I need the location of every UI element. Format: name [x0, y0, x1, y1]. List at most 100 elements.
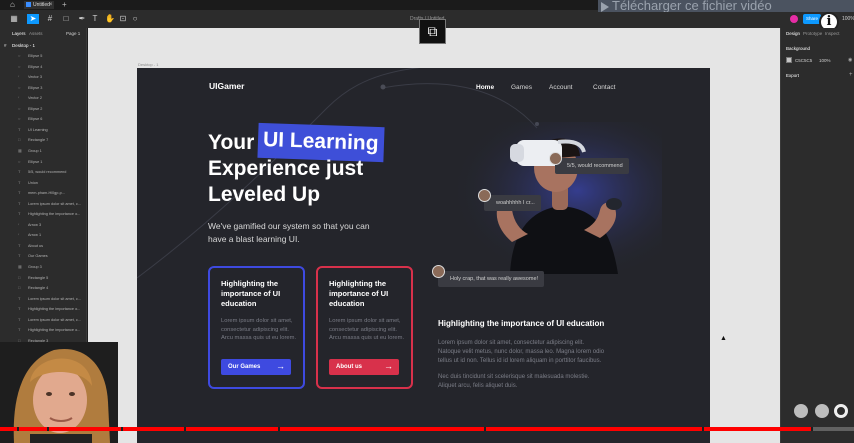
layer-row[interactable]: T 5/5, would recommend: [18, 168, 86, 176]
layer-row[interactable]: ▦ Group 1: [18, 147, 86, 155]
layer-label: Highlighting the importance o...: [28, 212, 81, 217]
tab-assets[interactable]: Assets: [29, 31, 43, 37]
shape-icon[interactable]: □: [60, 14, 72, 24]
frame-icon[interactable]: #: [45, 14, 55, 24]
layer-label: Rectangle 7: [28, 138, 49, 143]
layer-type-icon: ○: [18, 53, 21, 58]
picture-in-picture-icon[interactable]: ⧉: [419, 19, 446, 44]
background-opacity[interactable]: 100%: [819, 57, 831, 64]
about-us-button[interactable]: About us →: [329, 359, 399, 375]
move-icon[interactable]: ➤: [27, 14, 39, 24]
background-section-label: Background: [786, 46, 811, 51]
screen: ⌂ Untitled × + ▦ ➤ # □ ✒ T ✋ ⊡ ○ Drafts …: [0, 0, 854, 443]
arrow-right-icon: →: [276, 361, 285, 371]
layer-row[interactable]: ⁄ Vector 3: [18, 73, 86, 81]
layer-type-icon: T: [18, 316, 21, 322]
card-title: Highlighting the importance of UI educat…: [221, 279, 281, 308]
chapter-marker: [811, 427, 814, 431]
hero-line-2: Experience just: [208, 157, 364, 180]
grid-icon[interactable]: ▦: [8, 14, 20, 24]
layer-row[interactable]: ▦ Group 3: [18, 263, 86, 271]
layer-row[interactable]: T Lorem ipsum dolor sit amet, c...: [18, 295, 86, 303]
layer-row[interactable]: □ Rectangle 4: [18, 284, 86, 292]
player-control-dot-1[interactable]: [794, 404, 808, 418]
layer-row[interactable]: ⁄ Vector 2: [18, 94, 86, 102]
layer-label: Vector 3: [28, 75, 42, 80]
layer-type-icon: ○: [18, 63, 21, 69]
layer-label: UI Learning: [28, 127, 48, 132]
reviewer-avatar: [432, 265, 445, 278]
close-tab-icon[interactable]: ×: [49, 1, 53, 9]
video-progress-bar[interactable]: [0, 427, 854, 431]
layer-row[interactable]: Tmem-pham-Hl0gp-p...: [18, 189, 86, 197]
pen-icon[interactable]: ✒: [76, 14, 88, 24]
layer-label: Ellipse 3: [28, 85, 43, 90]
layer-row[interactable]: T Highlighting the importance o...: [18, 210, 86, 218]
layout-icon[interactable]: ⊡: [118, 14, 128, 24]
layer-frame-desktop[interactable]: # Desktop - 1: [4, 42, 84, 50]
nav-contact[interactable]: Contact: [593, 83, 615, 93]
layer-row[interactable]: T Highlighting the importance o...: [18, 305, 86, 313]
frame-icon: #: [4, 43, 7, 48]
text-icon[interactable]: T: [91, 14, 99, 24]
layer-label: Ellipse 1: [28, 159, 43, 164]
layer-row[interactable]: T UI Learning: [18, 126, 86, 134]
layer-row[interactable]: T Union: [18, 179, 86, 187]
layer-row[interactable]: ○ Ellipse 1: [18, 158, 86, 166]
layer-row[interactable]: T Our Games: [18, 252, 86, 260]
add-export-icon[interactable]: +: [849, 72, 853, 79]
tab-layers[interactable]: Layers: [12, 31, 26, 37]
nav-account[interactable]: Account: [549, 83, 573, 93]
layer-type-icon: ○: [18, 84, 21, 90]
layer-row[interactable]: ○ Ellipse 2: [18, 105, 86, 113]
site-logo[interactable]: UIGamer: [209, 80, 244, 92]
layer-row[interactable]: ○ Ellipse 6: [18, 115, 86, 123]
layer-row[interactable]: □ Rectangle 5: [18, 274, 86, 282]
layer-row[interactable]: T About us: [18, 242, 86, 250]
layer-label: Highlighting the importance o...: [28, 307, 81, 312]
layer-row[interactable]: □ Rectangle 7: [18, 136, 86, 144]
about-us-label: About us: [336, 364, 362, 370]
player-control-dot-3[interactable]: [834, 404, 848, 418]
nav-home[interactable]: Home: [476, 83, 494, 93]
layer-type-icon: T: [18, 253, 21, 259]
our-games-label: Our Games: [228, 364, 261, 370]
frame-name-label[interactable]: Desktop - 1: [138, 62, 158, 67]
layer-type-icon: ⁄: [18, 221, 19, 227]
tab-prototype[interactable]: Prototype: [803, 31, 822, 37]
layer-row[interactable]: ○ Ellipse 3: [18, 84, 86, 92]
tab-inspect[interactable]: Inspect: [825, 31, 840, 37]
tab-design[interactable]: Design: [786, 31, 800, 37]
chapter-marker: [17, 427, 20, 431]
download-banner[interactable]: Télécharger ce fichier vidéo: [598, 0, 854, 12]
our-games-button[interactable]: Our Games →: [221, 359, 291, 375]
layer-label: Highlighting the importance o...: [28, 328, 81, 333]
layer-type-icon: T: [18, 179, 21, 185]
user-avatar[interactable]: [790, 15, 798, 23]
layer-row[interactable]: ⁄ Arrow 1: [18, 231, 86, 239]
layer-row[interactable]: ⁄ Arrow 3: [18, 221, 86, 229]
design-frame[interactable]: UIGamer Home Games Account Contact Your …: [137, 68, 710, 443]
nav-games[interactable]: Games: [511, 83, 532, 93]
layer-row[interactable]: ○ Ellipse 4: [18, 63, 86, 71]
layer-type-icon: ⁄: [18, 232, 19, 238]
layer-row[interactable]: T Highlighting the importance o...: [18, 326, 86, 334]
player-control-dot-2[interactable]: [815, 404, 829, 418]
layer-label: Lorem ipsum dolor sit amet, c...: [28, 201, 81, 206]
layer-type-icon: □: [18, 274, 21, 280]
layer-type-icon: ▦: [18, 147, 22, 153]
section-heading: Highlighting the importance of UI educat…: [438, 319, 605, 328]
layer-row[interactable]: T Lorem ipsum dolor sit amet, c...: [18, 316, 86, 324]
home-icon[interactable]: ⌂: [10, 1, 18, 9]
page-selector[interactable]: Page 1: [66, 31, 80, 37]
new-tab-icon[interactable]: +: [62, 0, 67, 9]
background-color-swatch[interactable]: [786, 57, 792, 63]
layer-row[interactable]: T Lorem ipsum dolor sit amet, c...: [18, 200, 86, 208]
hand-icon[interactable]: ✋: [105, 14, 115, 24]
layer-row[interactable]: ○ Ellipse 5: [18, 52, 86, 60]
comment-icon[interactable]: ○: [131, 14, 139, 24]
layer-label: Lorem ipsum dolor sit amet, c...: [28, 317, 81, 322]
eye-icon[interactable]: ◉: [848, 57, 852, 64]
background-hex[interactable]: C5C5C5: [795, 57, 812, 64]
zoom-level[interactable]: 100%: [842, 15, 854, 23]
